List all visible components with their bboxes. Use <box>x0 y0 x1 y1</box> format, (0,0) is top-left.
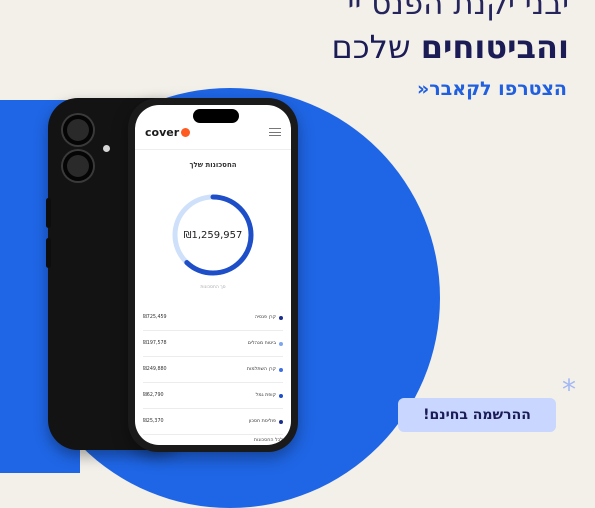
logo-text: cover <box>145 125 180 139</box>
savings-row-name-group: קרן פנסיה <box>255 315 283 320</box>
savings-row-name-group: פוליסת חסכון <box>249 419 283 424</box>
headline-top-line: יבני יקנת הפנס יי <box>347 0 569 22</box>
headline-light-word: שלכם <box>331 28 411 66</box>
savings-row-amount: ₪62,790 <box>143 393 164 398</box>
header-divider <box>135 149 291 150</box>
bullet-dot-icon <box>279 393 283 398</box>
bullet-dot-icon <box>279 367 283 372</box>
total-savings-amount: ₪1,259,957 <box>183 230 243 241</box>
app-header: cover <box>135 121 291 143</box>
bullet-dot-icon <box>279 315 283 320</box>
savings-row: ₪249,880 קרן השתלמות <box>143 357 283 383</box>
savings-row-name: קרן השתלמות <box>246 367 276 372</box>
savings-row-name: ביטוח מנהלים <box>247 341 276 346</box>
flash-icon <box>103 145 110 152</box>
savings-title: החסכונות שלך <box>189 161 237 169</box>
cover-logo: cover <box>145 125 191 139</box>
logo-dot-icon <box>181 127 191 137</box>
hamburger-menu-icon <box>269 128 281 136</box>
sparkle-icon: * <box>562 373 576 406</box>
savings-row-name-group: קרן השתלמות <box>247 367 283 372</box>
savings-row: ₪197,578 ביטוח מנהלים <box>143 331 283 357</box>
bullet-dot-icon <box>279 419 283 424</box>
savings-row-amount: ₪725,459 <box>143 315 167 320</box>
donut-caption: סך החסכונות <box>200 285 226 290</box>
bullet-dot-icon <box>279 341 283 346</box>
savings-list: ₪725,459 קרן פנסיה ₪197,578 ביטוח מנהלים ₪24… <box>143 305 283 435</box>
savings-row-name-group: ביטוח מנהלים <box>248 341 283 346</box>
camera-lens-icon <box>63 115 93 145</box>
savings-row-name: קופת גמל <box>255 393 276 398</box>
savings-row-amount: ₪249,880 <box>143 367 167 372</box>
savings-row: ₪725,459 קרן פנסיה <box>143 305 283 331</box>
headline-main: והביטוחים שלכם <box>332 28 570 66</box>
side-button <box>46 238 51 268</box>
savings-row: ₪25,370 פוליסת חסכון <box>143 409 283 435</box>
phone-screen: cover החסכונות שלך ₪1,259,957 סך החסכונו… <box>135 105 291 445</box>
savings-row-name: קרן פנסיה <box>254 315 276 320</box>
phone-front-illustration: cover החסכונות שלך ₪1,259,957 סך החסכונו… <box>128 98 298 452</box>
savings-row-name-group: קופת גמל <box>256 393 283 398</box>
savings-row-amount: ₪25,370 <box>143 419 164 424</box>
savings-row-amount: ₪197,578 <box>143 341 167 346</box>
savings-row: ₪62,790 קופת גמל <box>143 383 283 409</box>
savings-row-name: פוליסת חסכון <box>248 419 276 424</box>
all-savings-link: לכל החסכונות <box>253 438 283 443</box>
headline-bold-word: והביטוחים <box>420 28 569 66</box>
camera-lens-icon <box>63 151 93 181</box>
signup-button[interactable]: ההרשמה בחינם! <box>398 398 556 432</box>
join-cover-link[interactable]: הצטרפו לקאבר« <box>417 78 567 100</box>
side-button <box>46 198 51 228</box>
